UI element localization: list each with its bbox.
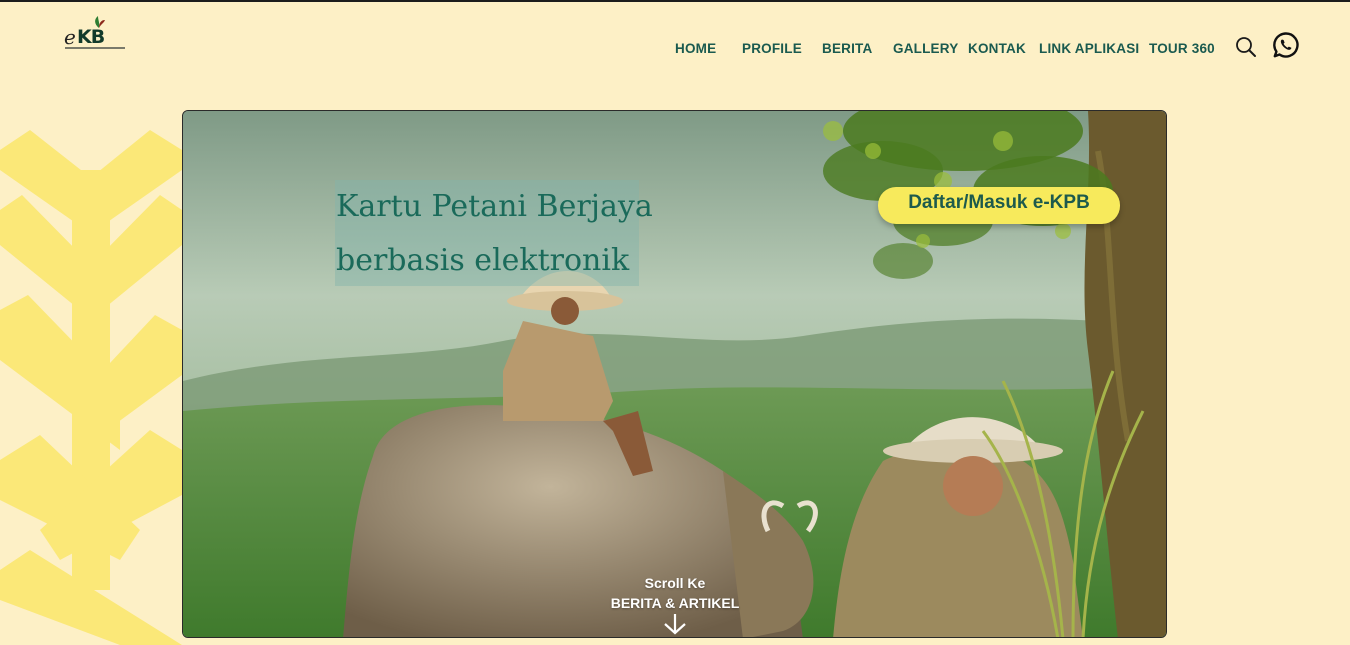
- whatsapp-icon[interactable]: [1272, 31, 1300, 59]
- logo-letters-kb: KB: [77, 26, 105, 48]
- nav-kontak[interactable]: KONTAK: [968, 41, 1026, 56]
- nav-berita[interactable]: BERITA: [822, 41, 872, 56]
- logo-tagline: [65, 47, 125, 49]
- scroll-label: Scroll Ke: [644, 575, 706, 591]
- nav-link-aplikasi[interactable]: LINK APLIKASI: [1039, 41, 1139, 56]
- nav-home[interactable]: HOME: [675, 41, 716, 56]
- hero-banner: Kartu Petani Berjaya berbasis elektronik…: [182, 110, 1167, 638]
- hero-title-line1: Kartu Petani Berjaya: [336, 189, 653, 224]
- nav-profile[interactable]: PROFILE: [742, 41, 802, 56]
- nav-gallery[interactable]: GALLERY: [893, 41, 958, 56]
- top-border: [0, 0, 1350, 2]
- search-icon[interactable]: [1235, 36, 1257, 58]
- scroll-target-label: BERITA & ARTIKEL: [610, 595, 740, 611]
- scroll-to-news[interactable]: Scroll Ke BERITA & ARTIKEL: [575, 573, 775, 635]
- hero-title: Kartu Petani Berjaya berbasis elektronik: [335, 180, 653, 286]
- ekpb-logo[interactable]: e KB: [62, 14, 126, 54]
- decorative-ornament: [0, 130, 182, 645]
- leaf-icon: [95, 16, 105, 28]
- logo-letter-e: e: [64, 25, 76, 49]
- register-login-button[interactable]: Daftar/Masuk e-KPB: [878, 187, 1120, 224]
- hero-title-line2: berbasis elektronik: [336, 243, 630, 278]
- arrow-down-icon: [664, 614, 686, 635]
- nav-tour-360[interactable]: TOUR 360: [1149, 41, 1215, 56]
